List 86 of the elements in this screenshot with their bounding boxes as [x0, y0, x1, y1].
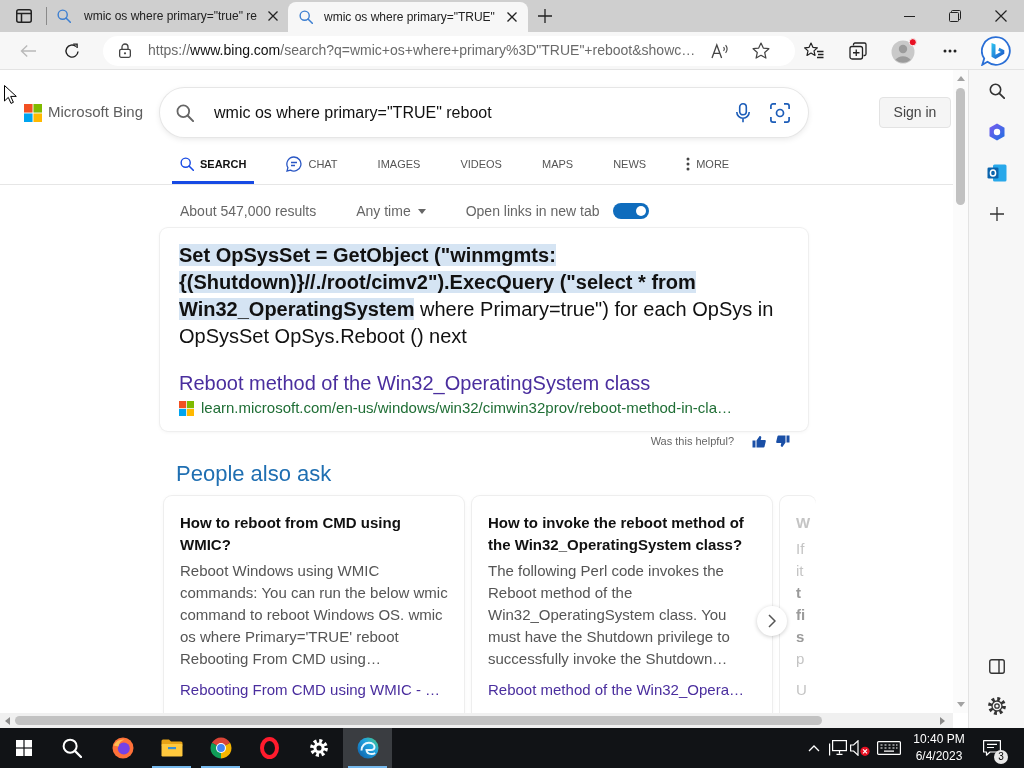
results-count: About 547,000 results [180, 201, 317, 221]
question-title: W [796, 513, 812, 533]
speaker-muted-icon[interactable] [850, 740, 870, 756]
sign-in-button[interactable]: Sign in [879, 97, 951, 128]
read-aloud-icon[interactable] [711, 42, 729, 59]
feedback-prompt: Was this helpful? [650, 433, 734, 449]
answer-snippet: If it t fi s p [796, 539, 807, 669]
microphone-icon[interactable] [736, 102, 750, 123]
tab-panel-icon[interactable] [16, 9, 32, 23]
lock-icon[interactable] [119, 43, 131, 58]
nav-tab[interactable]: VIDEOS [452, 144, 510, 184]
taskbar-app-button[interactable] [343, 728, 392, 768]
firefox-icon[interactable] [111, 737, 134, 759]
new-tab-toggle[interactable] [612, 203, 649, 219]
search-icon[interactable] [988, 83, 1005, 99]
search-icon[interactable] [180, 157, 194, 171]
nav-tab[interactable]: NEWS [605, 144, 655, 184]
collections-icon[interactable] [849, 41, 867, 60]
clock-time[interactable]: 10:40 PM [908, 731, 970, 748]
minimize-icon[interactable] [903, 15, 915, 17]
address-bar[interactable]: https://www.bing.com/search?q=wmic+os+where+primary%3D"TRUE"+reboot&showc… [103, 35, 795, 66]
search-icon [57, 9, 71, 23]
clock-date[interactable]: 6/4/2023 [908, 748, 970, 765]
edge-icon[interactable] [356, 737, 379, 759]
visual-search-icon[interactable] [770, 102, 790, 123]
thumbs-down-icon[interactable] [776, 434, 790, 448]
answer-snippet: Reboot Windows using WMIC commands: You can run the below wmic command to reboot Windows OS. wmic os where Primary='TRUE' reboot Rebooting From CMD using… [180, 561, 448, 669]
search-icon[interactable] [62, 738, 82, 758]
search-field[interactable]: wmic os where primary="TRUE" reboot [160, 88, 808, 137]
chevron-up-icon[interactable] [808, 744, 820, 752]
thumbs-up-icon[interactable] [752, 434, 766, 448]
mail-app-icon[interactable] [986, 164, 1007, 182]
restore-icon[interactable] [949, 10, 961, 22]
answer-snippet: The following Perl code invokes the Reboot method of the Win32_OperatingSystem class. You must have the Shutdown privilege to successfully invoke the Shutdown… [488, 561, 731, 669]
folder-icon[interactable] [160, 739, 183, 757]
time-filter-button[interactable]: Any time [356, 200, 426, 222]
nav-tab[interactable]: CHAT [278, 144, 346, 184]
more-vertical-icon[interactable] [686, 157, 691, 171]
caret-down-icon[interactable] [417, 208, 426, 214]
close-icon[interactable] [995, 10, 1007, 22]
star-icon[interactable] [752, 42, 770, 59]
add-icon[interactable] [989, 207, 1004, 221]
notification-badge: 3 [994, 750, 1008, 764]
hexagon-icon[interactable] [987, 123, 1006, 141]
question-title: How to invoke the reboot method of the Win32_OperatingSystem class? [488, 513, 745, 555]
chrome-icon[interactable] [209, 737, 232, 759]
settings-icon[interactable] [987, 697, 1006, 715]
refresh-icon[interactable] [64, 42, 80, 59]
vertical-scrollbar[interactable] [953, 70, 968, 713]
question-title: How to reboot from CMD using WMIC? [180, 513, 402, 555]
windows-logo-icon[interactable] [16, 740, 32, 756]
search-icon [299, 10, 313, 24]
favorites-icon[interactable] [804, 42, 824, 59]
browser-tab[interactable]: wmic os where primary="TRUE" [288, 2, 528, 32]
scrollbar-thumb[interactable] [15, 716, 822, 725]
question-card[interactable] [472, 496, 772, 713]
source-link[interactable]: Reboot method of the Win32_Opera… [488, 679, 756, 701]
notifications-button[interactable]: 3 [970, 728, 1014, 768]
source-link[interactable]: Rebooting From CMD using WMIC - … [180, 679, 448, 701]
close-icon[interactable] [268, 11, 278, 21]
mouse-pointer-icon [4, 85, 17, 104]
keyboard-icon[interactable] [877, 741, 901, 755]
network-icon[interactable] [829, 740, 847, 756]
result-url: learn.microsoft.com/en-us/windows/win32/cimwin32prov/reboot-method-in-cla… [201, 397, 733, 418]
chevron-right-icon[interactable] [768, 614, 776, 628]
answer-text: Set OpSysSet = GetObject ("winmgmts: {(Shutdown)}//./root/cimv2").ExecQuery ("select * from Win32_OperatingSystem where Primary=true") for each OpSys in OpSysSet OpSys.Reboot () next [179, 243, 775, 349]
logo-text[interactable]: Microsoft Bing [48, 101, 144, 124]
nav-tab[interactable]: MAPS [533, 144, 582, 184]
browser-tab[interactable]: wmic os where primary="true" re [49, 0, 286, 32]
horizontal-scrollbar[interactable] [0, 713, 953, 728]
plus-icon[interactable] [538, 9, 552, 23]
microsoft-logo-icon [24, 103, 42, 122]
microsoft-logo-icon [179, 400, 194, 416]
chat-icon[interactable] [286, 156, 303, 172]
section-heading: People also ask [176, 460, 332, 488]
sidebar-icon[interactable] [988, 658, 1005, 674]
close-icon[interactable] [507, 12, 517, 22]
opera-icon[interactable] [260, 737, 279, 759]
result-link[interactable]: Reboot method of the Win32_OperatingSystem class [179, 370, 651, 397]
toggle-label: Open links in new tab [465, 201, 600, 221]
nav-tab[interactable]: IMAGES [369, 144, 429, 184]
scrollbar-thumb[interactable] [956, 88, 965, 205]
nav-tab[interactable]: MORE [678, 144, 738, 184]
scroll-right-icon[interactable] [940, 716, 945, 725]
scroll-left-icon[interactable] [5, 716, 10, 725]
more-icon[interactable] [943, 48, 957, 53]
